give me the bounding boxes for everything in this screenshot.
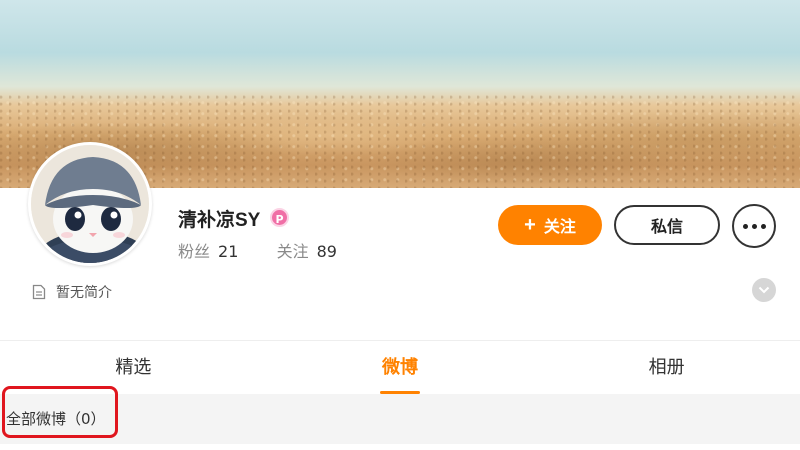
bio-text: 暂无简介 (56, 285, 112, 301)
fans-stat[interactable]: 粉丝 21 (178, 242, 243, 261)
expand-profile-button[interactable] (752, 278, 776, 302)
ellipsis-icon (751, 223, 757, 229)
profile-tabs: 精选 微博 相册 (0, 340, 800, 394)
fans-count: 21 (218, 242, 239, 261)
following-stat[interactable]: 关注 89 (277, 242, 337, 261)
tab-album[interactable]: 相册 (533, 341, 800, 394)
feed-filter-bar: 全部微博（0） (0, 394, 800, 444)
follow-button[interactable]: + 关注 (498, 205, 602, 245)
following-label: 关注 (276, 242, 309, 261)
avatar[interactable] (28, 142, 152, 266)
ellipsis-icon (742, 223, 748, 229)
document-icon (32, 284, 46, 300)
follow-button-label: 关注 (543, 219, 576, 236)
ellipsis-icon (760, 223, 766, 229)
bio-row: 暂无简介 (32, 282, 112, 302)
tab-weibo[interactable]: 微博 (267, 341, 534, 394)
chevron-down-icon (758, 286, 770, 294)
plus-icon: + (524, 214, 536, 236)
profile-username: 清补凉SY (178, 210, 261, 231)
more-options-button[interactable] (732, 204, 776, 248)
fans-label: 粉丝 (178, 242, 211, 261)
all-posts-filter[interactable]: 全部微博（0） (6, 408, 106, 429)
message-button-label: 私信 (650, 219, 683, 236)
avatar-cat-illustration (31, 145, 149, 263)
tab-featured[interactable]: 精选 (0, 341, 267, 394)
message-button[interactable]: 私信 (614, 205, 720, 245)
profile-stats: 粉丝 21 关注 89 (178, 238, 337, 262)
following-count: 89 (316, 242, 337, 261)
vip-badge-icon[interactable]: P (270, 208, 289, 227)
